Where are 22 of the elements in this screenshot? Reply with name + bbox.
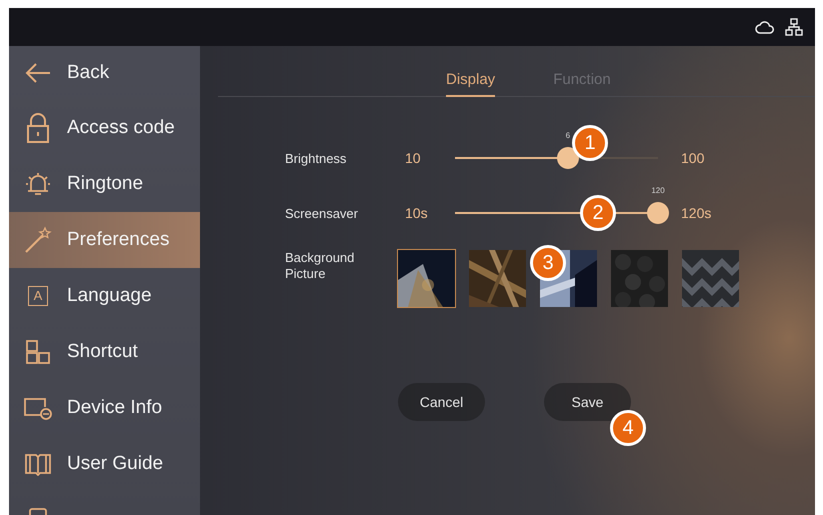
item-label: Preferences [67,229,170,251]
value-label: 120 [651,186,665,195]
setting-label: Brightness [285,150,348,166]
item-label: User Guide [67,453,164,475]
callout-tooltip: 2 [580,195,616,231]
callout-tooltip: 4 [610,410,646,446]
item-label: Ringtone [67,173,144,195]
item-label: Shortcut [67,341,138,363]
language-icon: A [28,286,48,306]
item-label: Back [67,62,110,84]
callout-tooltip: 1 [572,125,608,161]
setting-label: Screensaver [285,206,359,220]
value-label: 6 [566,131,570,140]
item-label: Access code [67,117,175,139]
max-value: 120s [681,205,712,221]
max-value: 100 [681,150,706,166]
min-value: 10 [405,150,422,166]
item-label: Device Info [67,397,162,419]
callout-tooltip: 3 [530,245,566,281]
min-value: 10s [405,205,429,221]
setting-label: Background Picture [285,250,356,283]
item-label: Language [67,285,152,307]
